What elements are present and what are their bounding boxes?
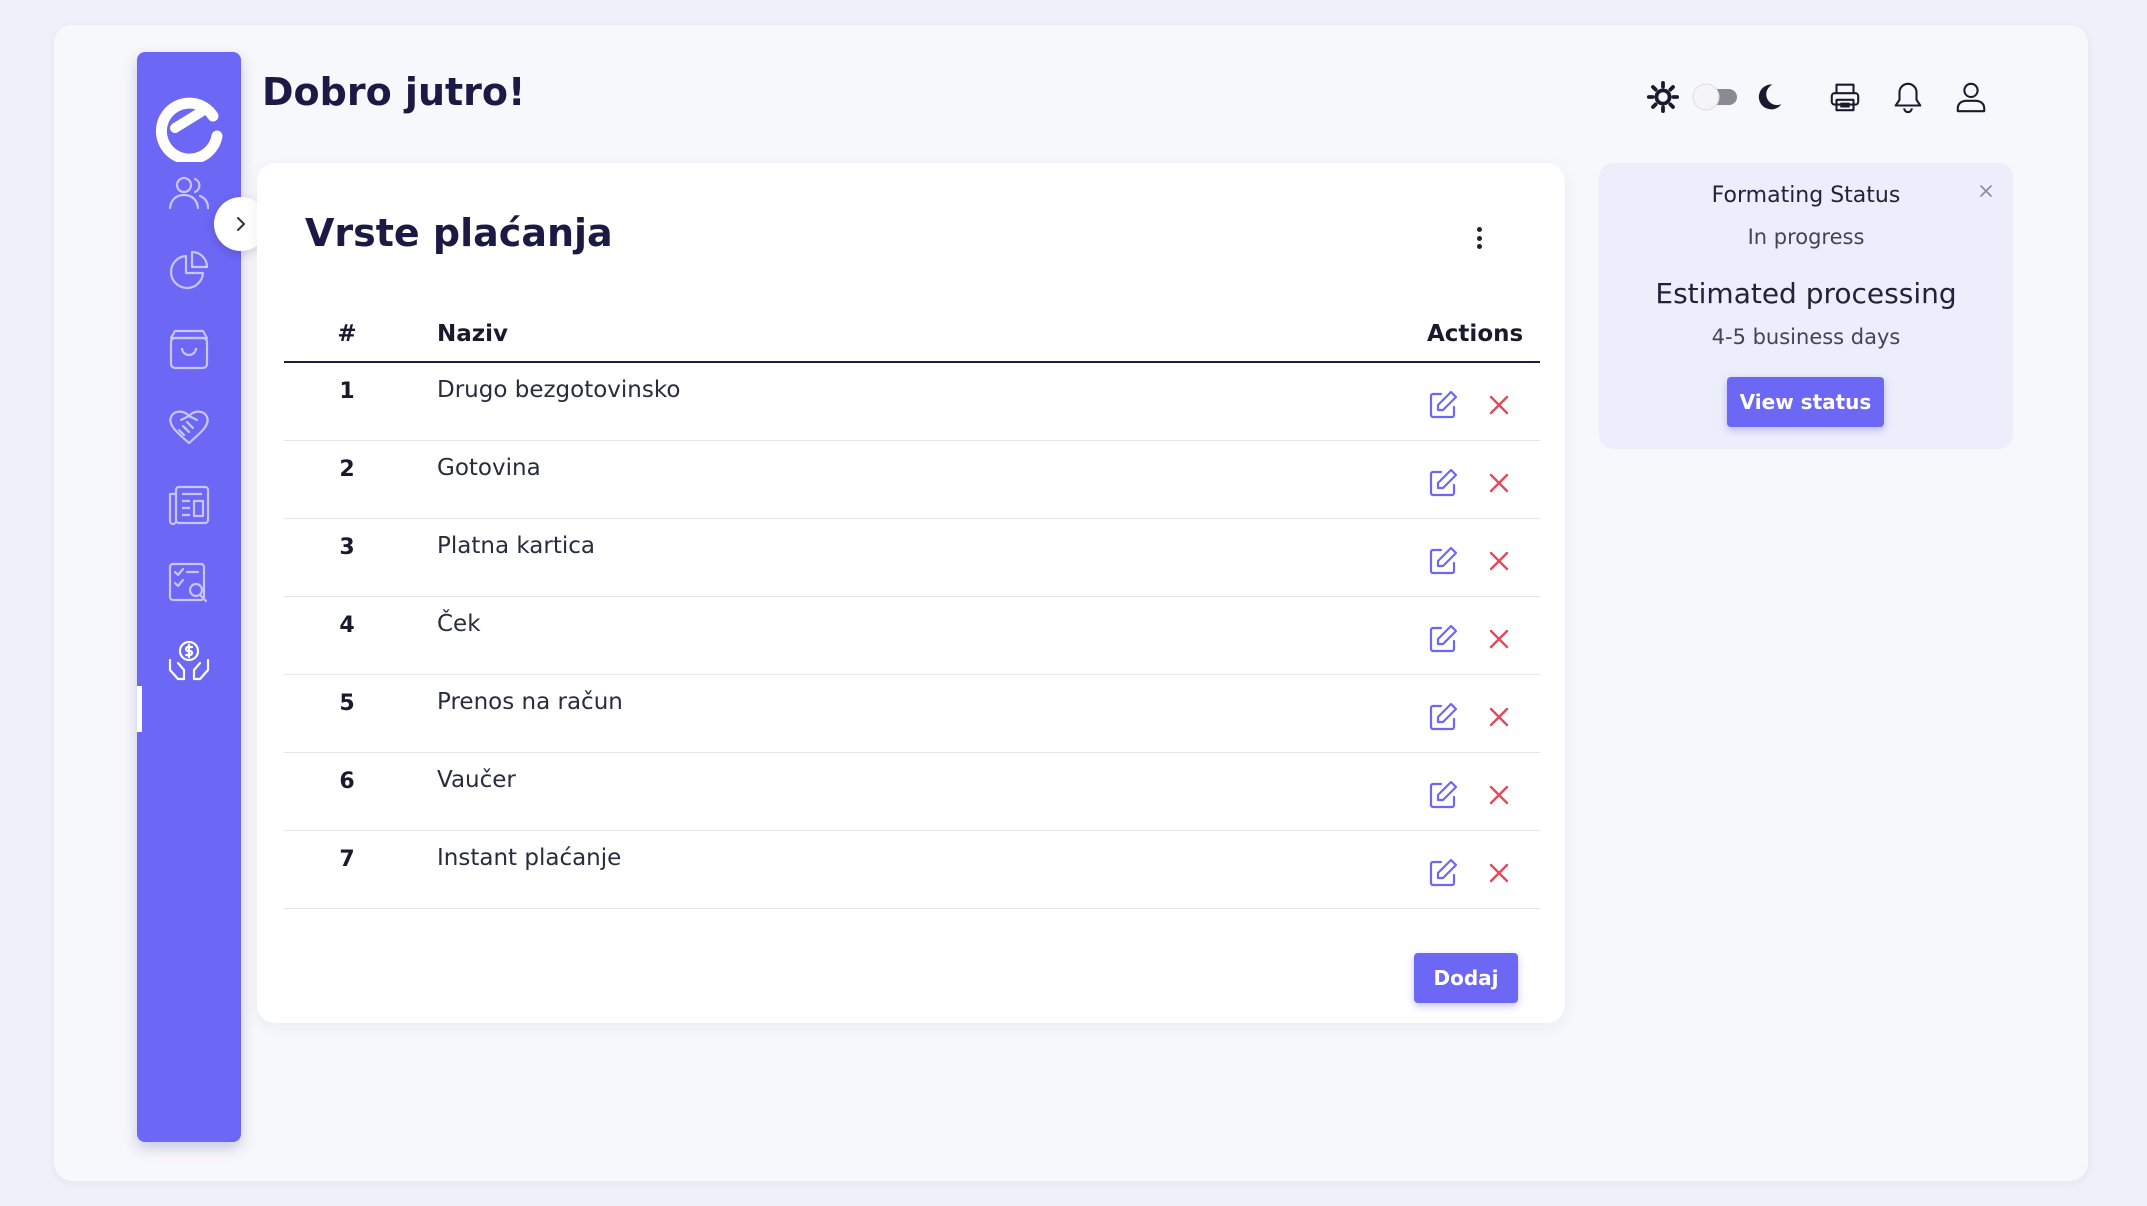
more-options-button[interactable]	[1472, 223, 1486, 253]
sidebar-item-payments[interactable]	[164, 636, 214, 686]
status-estimate-days: 4-5 business days	[1711, 325, 1901, 349]
edit-icon[interactable]	[1427, 389, 1459, 421]
table-row: 1 Drugo bezgotovinsko	[284, 363, 1540, 441]
shopping-bag-icon	[169, 329, 209, 370]
sun-icon[interactable]	[1645, 75, 1681, 119]
row-name: Instant plaćanje	[437, 845, 622, 871]
delete-icon[interactable]	[1487, 861, 1511, 885]
view-status-button[interactable]: View status	[1727, 377, 1884, 427]
handshake-icon	[169, 410, 209, 445]
delete-icon[interactable]	[1487, 627, 1511, 651]
edit-icon[interactable]	[1427, 545, 1459, 577]
table-header: # Naziv Actions	[284, 303, 1540, 363]
table-row: 5 Prenos na račun	[284, 675, 1540, 753]
hands-money-icon	[168, 640, 210, 681]
logo-icon[interactable]	[151, 86, 227, 165]
sidebar-item-reports[interactable]	[164, 246, 214, 296]
payment-types-table: # Naziv Actions 1 Drugo bezgotovinsko 2 Got…	[284, 303, 1540, 909]
delete-icon[interactable]	[1487, 471, 1511, 495]
sidebar-item-tasks[interactable]	[164, 558, 214, 608]
moon-icon[interactable]	[1751, 75, 1787, 119]
table-row: 2 Gotovina	[284, 441, 1540, 519]
sidebar-item-partners[interactable]	[164, 402, 214, 452]
formatting-status-card: Formating Status In progress Estimated p…	[1599, 163, 2013, 449]
card-title: Vrste plaćanja	[305, 211, 613, 255]
column-header-name: Naziv	[437, 321, 509, 347]
status-estimate-heading: Estimated processing	[1655, 277, 1957, 310]
users-icon	[168, 176, 210, 210]
sidebar-item-news[interactable]	[164, 480, 214, 530]
kebab-dot	[1476, 235, 1482, 241]
delete-icon[interactable]	[1487, 549, 1511, 573]
row-number: 4	[339, 613, 355, 638]
table-row: 4 Ček	[284, 597, 1540, 675]
newspaper-icon	[168, 485, 210, 526]
printer-icon[interactable]	[1826, 75, 1864, 119]
add-button[interactable]: Dodaj	[1414, 953, 1518, 1003]
row-name: Vaučer	[437, 767, 516, 793]
payment-types-card: Vrste plaćanja # Naziv Actions 1 Drugo be…	[257, 163, 1565, 1023]
row-number: 1	[339, 379, 355, 404]
theme-toggle[interactable]	[1691, 75, 1743, 119]
sidebar-item-users[interactable]	[164, 168, 214, 218]
edit-icon[interactable]	[1427, 857, 1459, 889]
row-name: Drugo bezgotovinsko	[437, 377, 681, 403]
edit-icon[interactable]	[1427, 467, 1459, 499]
row-number: 5	[339, 691, 355, 716]
column-header-actions: Actions	[1427, 321, 1524, 347]
edit-icon[interactable]	[1427, 779, 1459, 811]
delete-icon[interactable]	[1487, 393, 1511, 417]
table-row: 7 Instant plaćanje	[284, 831, 1540, 909]
status-subtitle: In progress	[1747, 225, 1865, 249]
table-body: 1 Drugo bezgotovinsko 2 Gotovina 3 Platna kar…	[284, 363, 1540, 909]
sidebar-active-indicator	[137, 686, 142, 732]
row-number: 2	[339, 457, 355, 482]
row-number: 7	[339, 847, 355, 872]
chevron-right-icon	[237, 217, 245, 231]
kebab-dot	[1476, 244, 1482, 249]
edit-icon[interactable]	[1427, 701, 1459, 733]
status-title: Formating Status	[1711, 183, 1901, 208]
table-row: 3 Platna kartica	[284, 519, 1540, 597]
edit-icon[interactable]	[1427, 623, 1459, 655]
delete-icon[interactable]	[1487, 705, 1511, 729]
row-name: Ček	[437, 611, 481, 637]
user-icon[interactable]	[1952, 75, 1990, 119]
bell-icon[interactable]	[1889, 75, 1927, 119]
row-name: Prenos na račun	[437, 689, 623, 715]
table-row: 6 Vaučer	[284, 753, 1540, 831]
column-header-num: #	[337, 321, 357, 347]
row-number: 6	[339, 769, 355, 794]
kebab-dot	[1476, 227, 1482, 232]
row-number: 3	[339, 535, 355, 560]
pie-chart-icon	[169, 250, 209, 290]
checklist-search-icon	[168, 562, 208, 603]
row-name: Platna kartica	[437, 533, 595, 559]
sidebar-item-shop[interactable]	[164, 324, 214, 374]
page-title: Dobro jutro!	[262, 70, 526, 114]
row-name: Gotovina	[437, 455, 541, 481]
delete-icon[interactable]	[1487, 783, 1511, 807]
